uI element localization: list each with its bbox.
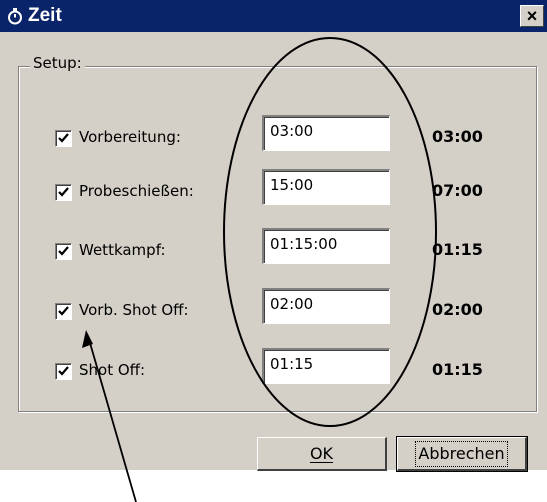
input-probeschiessen[interactable]: 15:00: [262, 169, 390, 205]
label-vorbereitung: Vorbereitung:: [79, 128, 181, 146]
title-bar[interactable]: Zeit ×: [0, 0, 547, 32]
checkbox-probeschiessen[interactable]: [55, 184, 72, 201]
input-vorb-shot-off[interactable]: 02:00: [262, 288, 390, 324]
checkbox-shot-off[interactable]: [55, 363, 72, 380]
input-vorbereitung[interactable]: 03:00: [262, 115, 390, 151]
setup-group-label: Setup:: [30, 54, 85, 72]
value-shot-off: 01:15: [432, 360, 483, 379]
close-button[interactable]: ×: [520, 5, 544, 27]
row-shot-off: Shot Off: 01:15 01:15: [0, 348, 547, 396]
label-probeschiessen: Probeschießen:: [79, 182, 194, 200]
dialog-window: Zeit × Setup: Vorbereitung: 03:00 03:00 …: [0, 0, 547, 472]
row-probeschiessen: Probeschießen: 15:00 07:00: [0, 169, 547, 217]
cancel-button[interactable]: Abbrechen: [396, 436, 528, 472]
row-vorbereitung: Vorbereitung: 03:00 03:00: [0, 115, 547, 163]
checkbox-vorbereitung[interactable]: [55, 130, 72, 147]
value-vorbereitung: 03:00: [432, 127, 483, 146]
checkmark-icon: [58, 306, 69, 316]
value-probeschiessen: 07:00: [432, 181, 483, 200]
label-shot-off: Shot Off:: [79, 361, 146, 379]
cancel-button-label: Abbrechen: [415, 441, 508, 467]
row-vorb-shot-off: Vorb. Shot Off: 02:00 02:00: [0, 288, 547, 336]
checkmark-icon: [58, 133, 69, 143]
value-vorb-shot-off: 02:00: [432, 300, 483, 319]
ok-button-label: OK: [309, 444, 334, 463]
checkmark-icon: [58, 246, 69, 256]
label-wettkampf: Wettkampf:: [79, 241, 166, 259]
window-title: Zeit: [28, 5, 62, 26]
checkbox-vorb-shot-off[interactable]: [55, 303, 72, 320]
checkmark-icon: [58, 187, 69, 197]
checkbox-wettkampf[interactable]: [55, 243, 72, 260]
input-shot-off[interactable]: 01:15: [262, 348, 390, 384]
row-wettkampf: Wettkampf: 01:15:00 01:15: [0, 228, 547, 276]
value-wettkampf: 01:15: [432, 240, 483, 259]
stopwatch-icon: [6, 7, 24, 25]
ok-button[interactable]: OK: [257, 437, 387, 471]
checkmark-icon: [58, 366, 69, 376]
close-icon: ×: [526, 6, 538, 26]
label-vorb-shot-off: Vorb. Shot Off:: [79, 301, 189, 319]
input-wettkampf[interactable]: 01:15:00: [262, 228, 390, 264]
